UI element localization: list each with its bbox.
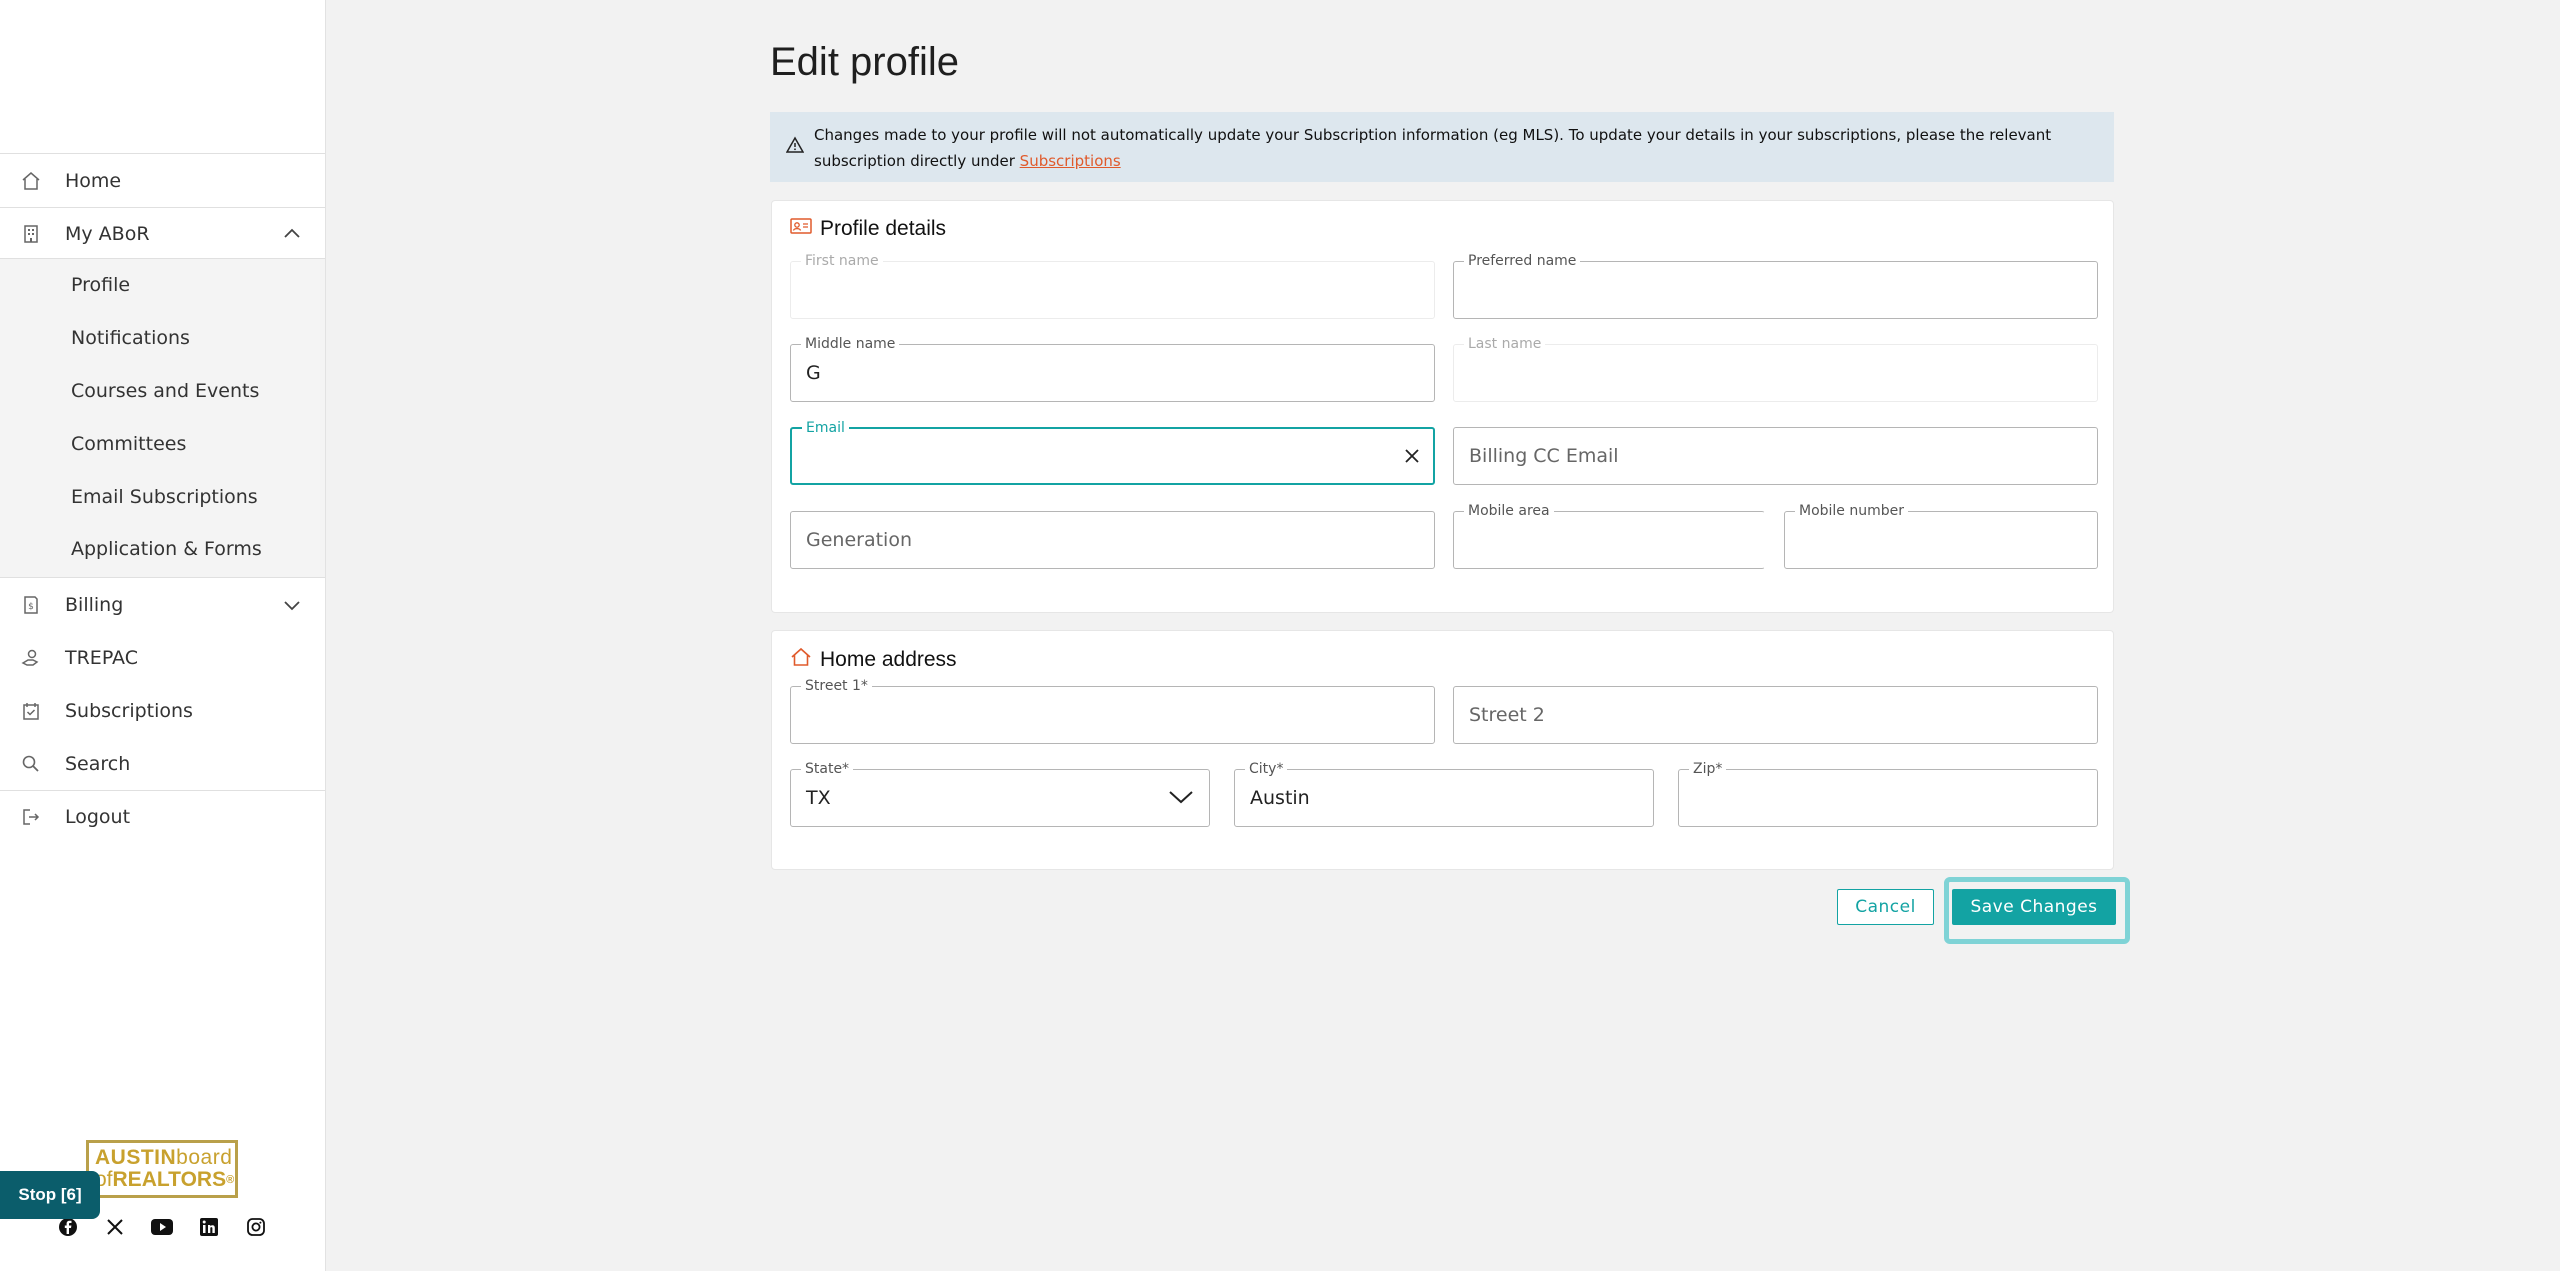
field-value: G [806, 362, 821, 384]
submenu-item-label: Committees [71, 433, 187, 455]
last-name-field[interactable]: Last name [1453, 336, 2098, 402]
section-title: Home address [790, 647, 957, 673]
street2-field[interactable]: Street 2 [1453, 686, 2098, 744]
submenu-item-label: Courses and Events [71, 380, 260, 402]
sidebar-item-label: Home [65, 170, 122, 192]
austin-board-of-realtors-logo: AUSTINboard ofREALTORS® [86, 1140, 238, 1198]
field-label: Mobile area [1464, 503, 1554, 519]
field-label: Mobile number [1795, 503, 1909, 519]
submenu-item-courses-events[interactable]: Courses and Events [0, 365, 325, 417]
section-title-text: Profile details [820, 217, 947, 240]
field-label: Middle name [801, 336, 900, 352]
sidebar-item-logout[interactable]: Logout [0, 791, 325, 843]
svg-text:$: $ [28, 602, 34, 612]
divider [0, 153, 325, 154]
state-select[interactable]: State* TX [790, 761, 1210, 827]
field-placeholder: Generation [806, 529, 912, 551]
submenu-item-label: Application & Forms [71, 538, 262, 560]
clear-icon[interactable] [1401, 445, 1423, 467]
section-title: Profile details [790, 217, 946, 241]
sidebar-item-label: Logout [65, 806, 131, 828]
street1-field[interactable]: Street 1* [790, 678, 1435, 744]
submenu-item-label: Profile [71, 274, 131, 296]
logo-text: REALTORS [112, 1168, 227, 1191]
subscriptions-link[interactable]: Subscriptions [1020, 152, 1121, 170]
facebook-icon[interactable] [57, 1216, 79, 1238]
notice-text: Changes made to your profile will not au… [814, 126, 2052, 170]
cancel-button[interactable]: Cancel [1837, 889, 1934, 925]
sidebar-item-home[interactable]: Home [0, 155, 325, 207]
field-label: State* [801, 761, 854, 777]
youtube-icon[interactable] [151, 1216, 173, 1238]
warning-icon [785, 136, 805, 162]
search-icon [20, 753, 42, 775]
receipt-icon: $ [20, 594, 42, 616]
sidebar-item-trepac[interactable]: TREPAC [0, 632, 325, 684]
chevron-down-icon[interactable] [1167, 786, 1195, 808]
sidebar-item-label: TREPAC [65, 647, 138, 669]
field-value: Austin [1250, 787, 1310, 809]
field-label: Preferred name [1464, 253, 1581, 269]
field-label: Last name [1464, 336, 1546, 352]
submenu-item-committees[interactable]: Committees [0, 418, 325, 470]
sidebar-item-label: Billing [65, 594, 124, 616]
mobile-number-field[interactable]: Mobile number [1784, 503, 2098, 569]
building-icon [20, 223, 42, 245]
chevron-down-icon[interactable] [281, 594, 303, 616]
id-card-icon [790, 217, 812, 241]
submenu-item-application-forms[interactable]: Application & Forms [0, 523, 325, 575]
field-label: Zip* [1689, 761, 1727, 777]
submenu-item-email-subscriptions[interactable]: Email Subscriptions [0, 471, 325, 523]
city-field[interactable]: City* Austin [1234, 761, 1654, 827]
hand-coin-icon [20, 647, 42, 669]
sidebar: Home My ABoR Profile Notifications Cours… [0, 0, 326, 1271]
field-placeholder: Street 2 [1469, 704, 1545, 726]
home-icon [790, 647, 812, 673]
my-abor-submenu: Profile Notifications Courses and Events… [0, 259, 325, 577]
profile-details-card: Profile details First name Preferred nam… [771, 200, 2114, 613]
first-name-field[interactable]: First name [790, 253, 1435, 319]
sidebar-item-search[interactable]: Search [0, 738, 325, 790]
home-address-card: Home address Street 1* Street 2 State* T… [771, 630, 2114, 870]
sidebar-item-label: Search [65, 753, 131, 775]
divider [0, 577, 325, 578]
billing-cc-email-field[interactable]: Billing CC Email [1453, 427, 2098, 485]
email-field[interactable]: Email [790, 420, 1435, 485]
sidebar-item-my-abor[interactable]: My ABoR [0, 208, 325, 260]
home-icon [20, 170, 42, 192]
zip-field[interactable]: Zip* [1678, 761, 2098, 827]
sidebar-item-label: Subscriptions [65, 700, 193, 722]
mobile-area-field[interactable]: Mobile area [1453, 503, 1765, 569]
sidebar-item-label: My ABoR [65, 223, 150, 245]
submenu-item-label: Notifications [71, 327, 190, 349]
logo-text: board [176, 1146, 233, 1169]
preferred-name-field[interactable]: Preferred name [1453, 253, 2098, 319]
middle-name-field[interactable]: Middle name G [790, 336, 1435, 402]
field-value: TX [806, 787, 831, 809]
stop-button[interactable]: Stop [6] [0, 1171, 100, 1219]
submenu-item-notifications[interactable]: Notifications [0, 312, 325, 364]
section-title-text: Home address [820, 648, 957, 671]
page-title: Edit profile [770, 40, 959, 84]
info-notice: Changes made to your profile will not au… [770, 112, 2114, 182]
submenu-item-profile[interactable]: Profile [0, 259, 325, 311]
field-placeholder: Billing CC Email [1469, 445, 1619, 467]
generation-field[interactable]: Generation [790, 511, 1435, 569]
calendar-check-icon [20, 700, 42, 722]
field-label: City* [1245, 761, 1288, 777]
chevron-up-icon[interactable] [281, 223, 303, 245]
logout-icon [20, 806, 42, 828]
logo-text: AUSTIN [95, 1146, 177, 1169]
sidebar-item-billing[interactable]: $ Billing [0, 579, 325, 631]
sidebar-item-subscriptions[interactable]: Subscriptions [0, 685, 325, 737]
x-icon[interactable] [104, 1216, 126, 1238]
submenu-item-label: Email Subscriptions [71, 486, 258, 508]
field-label: Street 1* [801, 678, 872, 694]
linkedin-icon[interactable] [198, 1216, 220, 1238]
instagram-icon[interactable] [245, 1216, 267, 1238]
logo-text: ® [226, 1174, 235, 1186]
field-label: First name [801, 253, 883, 269]
save-changes-button[interactable]: Save Changes [1952, 889, 2116, 925]
field-label: Email [802, 420, 849, 436]
